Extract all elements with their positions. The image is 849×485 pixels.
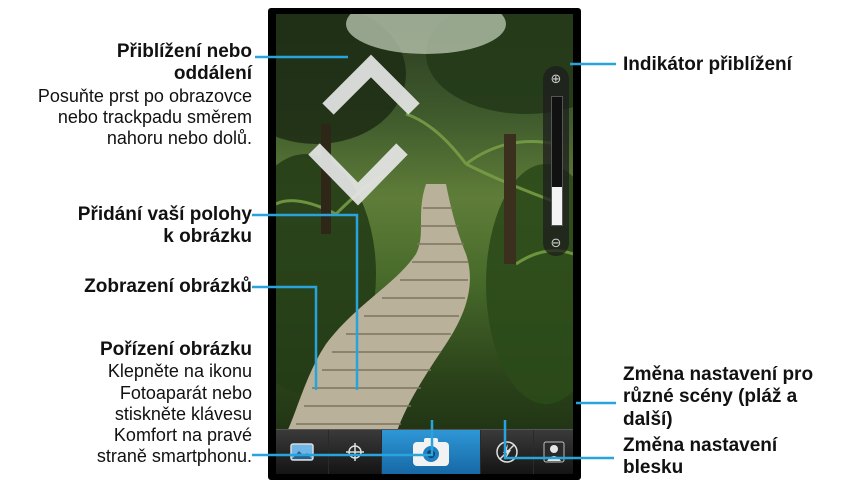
view-pictures-label: Zobrazení obrázků — [0, 276, 252, 298]
flash-title-1: Změna nastavení — [623, 435, 778, 456]
flash-settings-button[interactable] — [481, 430, 534, 474]
view-pictures-title: Zobrazení obrázků — [84, 276, 252, 297]
take-picture-title: Pořízení obrázku — [99, 339, 252, 360]
location-label: Přidání vaší polohy k obrázku — [0, 204, 252, 249]
camera-toolbar — [276, 429, 573, 474]
take-picture-desc-4: Komfort na pravé — [113, 425, 252, 446]
flash-label: Změna nastavení blesku — [623, 435, 845, 480]
zoom-title-2: oddálení — [173, 63, 252, 85]
take-picture-desc-2: Fotoaparát nebo — [119, 382, 252, 403]
take-picture-desc-3: stiskněte klávesu — [114, 403, 252, 424]
zoom-indicator-label: Indikátor přiblížení — [623, 54, 845, 76]
view-pictures-button[interactable] — [276, 430, 329, 474]
crosshair-icon — [346, 443, 364, 461]
zoom-level-fill — [552, 186, 562, 225]
location-title-1: Přidání vaší polohy — [77, 204, 252, 225]
zoom-indicator: ⊕ ⊖ — [543, 66, 569, 256]
take-picture-button[interactable] — [382, 430, 481, 474]
scene-title-3: další) — [623, 408, 673, 430]
zoom-desc-3: nahoru nebo dolů. — [106, 128, 252, 149]
scene-title-1: Změna nastavení pro — [623, 364, 814, 385]
zoom-title-1: Přiblížení nebo — [116, 41, 252, 62]
zoom-desc-2: nebo trackpadu směrem — [57, 107, 252, 128]
take-picture-desc-1: Klepněte na ikonu — [107, 361, 252, 382]
take-picture-desc-5: straně smartphonu. — [96, 446, 252, 467]
zoom-label: Přiblížení nebo oddálení Posuňte prst po… — [0, 41, 252, 150]
flash-title-2: blesku — [623, 457, 684, 479]
zoom-in-icon: ⊕ — [550, 71, 562, 86]
zoom-track — [551, 96, 563, 226]
zoom-out-icon: ⊖ — [550, 235, 562, 250]
take-picture-label: Pořízení obrázku Klepněte na ikonu Fotoa… — [0, 339, 252, 468]
scene-label: Změna nastavení pro různé scény (pláž a … — [623, 364, 845, 431]
add-location-button[interactable] — [329, 430, 382, 474]
jungle-boardwalk-photo — [276, 14, 573, 434]
camera-icon — [413, 438, 449, 466]
scene-title-2: různé scény (pláž a — [623, 386, 798, 408]
flash-icon — [496, 441, 518, 463]
location-title-2: k obrázku — [163, 226, 252, 248]
zoom-indicator-title: Indikátor přiblížení — [623, 54, 792, 75]
zoom-desc-1: Posuňte prst po obrazovce — [37, 85, 252, 106]
phone-frame: ⊕ ⊖ — [268, 8, 581, 480]
picture-icon — [290, 443, 314, 461]
camera-viewfinder[interactable]: ⊕ ⊖ — [276, 14, 573, 474]
scene-mode-button[interactable] — [534, 430, 573, 474]
scene-person-icon — [543, 441, 564, 463]
